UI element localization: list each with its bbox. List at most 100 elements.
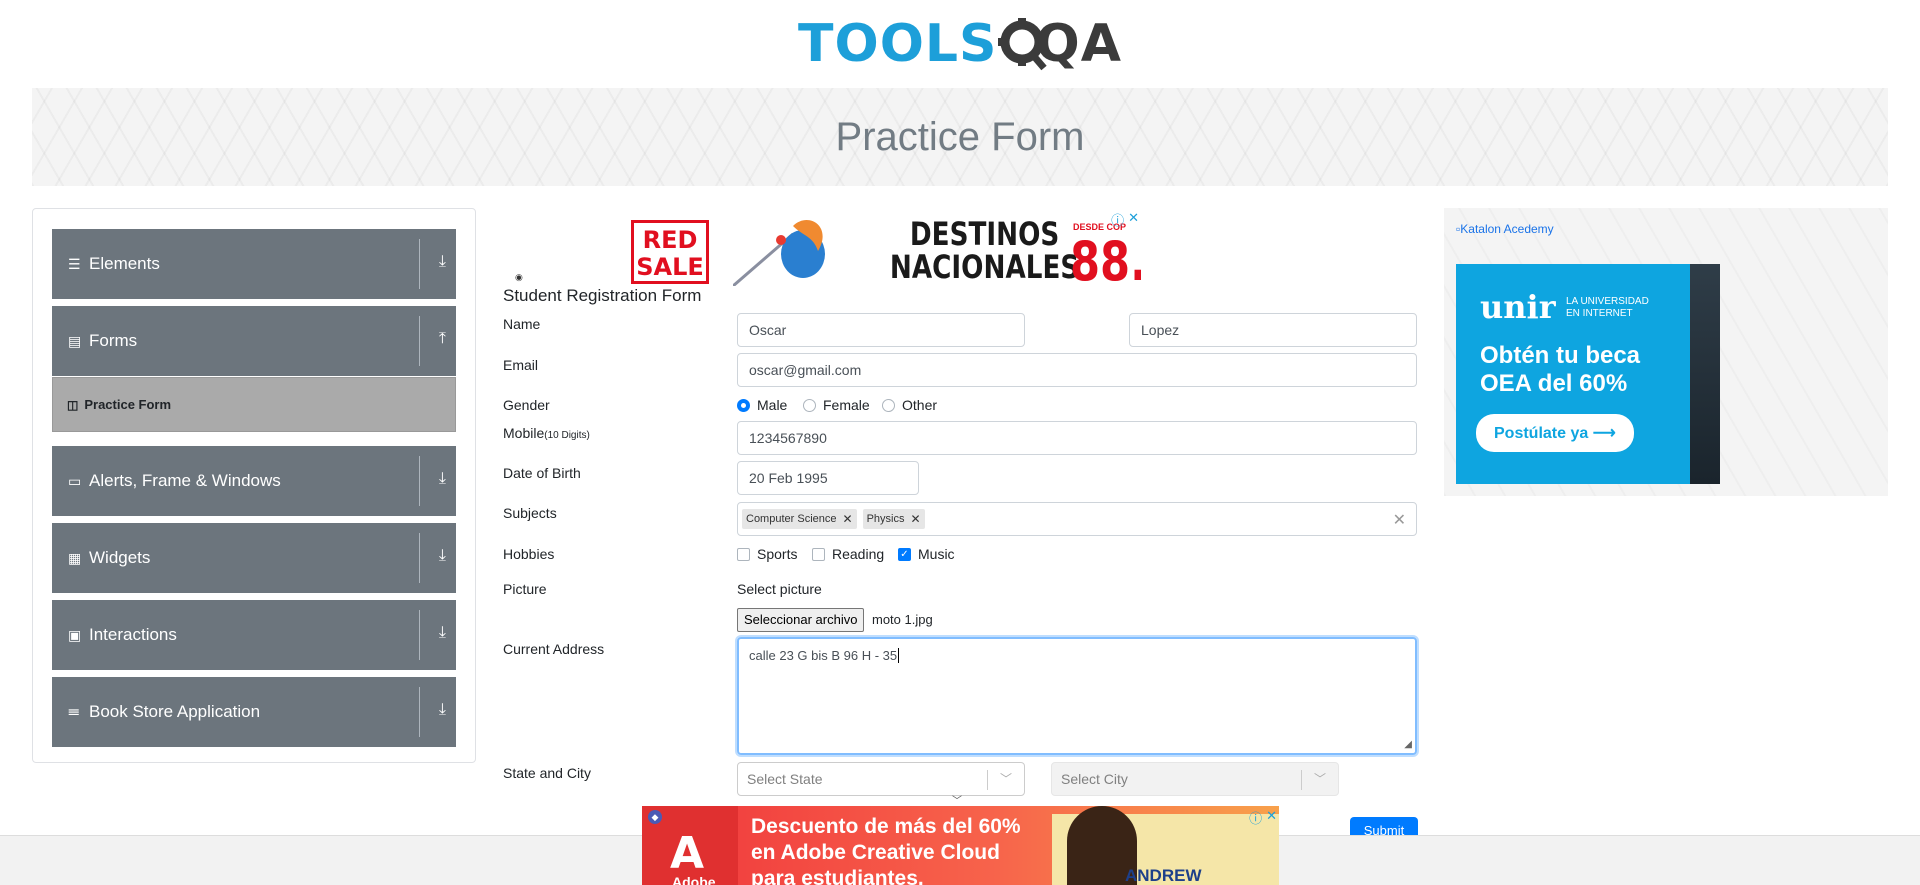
- logo-qa-text: QA: [1035, 14, 1122, 74]
- unir-cta-button[interactable]: Postúlate ya ⟶: [1476, 414, 1634, 452]
- mobile-label: Mobile(10 Digits): [503, 425, 590, 441]
- toolsqa-logo[interactable]: TOOLS QA: [798, 14, 1122, 74]
- ad-headline: DESTINOS NACIONALES: [889, 215, 1080, 286]
- file-upload-button[interactable]: Seleccionar archivo: [737, 608, 865, 632]
- sidebar-item-practice-form[interactable]: ◫ Practice Form: [52, 377, 456, 432]
- sidebar-group-label: Alerts, Frame & Windows: [89, 471, 281, 490]
- download-arrow-icon: ⤓: [438, 253, 446, 270]
- subject-tag: Computer Science ✕: [742, 509, 857, 529]
- ad-person-name: ANDREW: [1125, 866, 1202, 885]
- subject-tag: Physics ✕: [862, 509, 925, 529]
- ad-banner-top[interactable]: RED SALE DESTINOS NACIONALES DESDE COP 8…: [503, 208, 1141, 286]
- sidebar-group-elements[interactable]: ☰ Elements ⤓: [52, 229, 456, 299]
- unir-brand: unir: [1480, 288, 1556, 326]
- submit-button[interactable]: Submit: [1350, 817, 1418, 837]
- ad-controls: ⓘ ✕: [1249, 808, 1277, 827]
- picture-label: Picture: [503, 581, 547, 597]
- current-address-textarea[interactable]: calle 23 G bis B 96 H - 35 ◢: [737, 637, 1417, 755]
- ad-bottom-text: Descuento de más del 60% en Adobe Creati…: [751, 815, 1021, 885]
- info-icon[interactable]: ⓘ: [1249, 808, 1262, 827]
- close-icon[interactable]: ✕: [1128, 210, 1139, 229]
- upload-arrow-icon: ⤒: [438, 330, 446, 347]
- hobbies-label: Hobbies: [503, 546, 555, 562]
- hobby-option-label: Music: [918, 546, 955, 562]
- ad-sidebar-right: ▫Katalon Acedemy unir LA UNIVERSIDAD EN …: [1444, 208, 1888, 496]
- logo-tools-text: TOOLS: [798, 14, 998, 74]
- email-input[interactable]: oscar@gmail.com: [737, 353, 1417, 387]
- unir-ad[interactable]: unir LA UNIVERSIDAD EN INTERNET Obtén tu…: [1456, 264, 1720, 484]
- gender-radio-other[interactable]: Other: [882, 397, 937, 413]
- first-name-input[interactable]: Oscar: [737, 313, 1025, 347]
- hobby-checkbox-sports[interactable]: Sports: [737, 546, 797, 562]
- download-arrow-icon: ⤓: [438, 470, 446, 487]
- page-title: Practice Form: [835, 114, 1085, 159]
- mobile-label-text: Mobile: [503, 425, 545, 441]
- remove-tag-icon[interactable]: ✕: [843, 512, 853, 526]
- subjects-input[interactable]: Computer Science ✕ Physics ✕ ✕: [737, 502, 1417, 536]
- state-placeholder: Select State: [747, 771, 823, 787]
- ad-red-sale-badge: RED SALE: [631, 220, 709, 284]
- divider: [1301, 770, 1302, 790]
- katalon-ad-link[interactable]: ▫Katalon Acedemy: [1456, 222, 1554, 236]
- chevron-down-icon: ﹀: [999, 772, 1012, 786]
- adobe-logo-icon: A: [670, 828, 705, 879]
- divider: [419, 316, 420, 366]
- sidebar-group-label: Interactions: [89, 625, 177, 644]
- sidebar-group-alerts[interactable]: ▭ Alerts, Frame & Windows ⤓: [52, 446, 456, 516]
- divider: [419, 687, 420, 737]
- form-title: Student Registration Form: [503, 286, 702, 305]
- sidebar-group-widgets[interactable]: ▦ Widgets ⤓: [52, 523, 456, 593]
- subjects-label: Subjects: [503, 505, 557, 521]
- ad-banner-bottom[interactable]: A Adobe ◆ Descuento de más del 60% en Ad…: [642, 806, 1279, 885]
- city-select[interactable]: Select City ﹀: [1051, 762, 1339, 796]
- text-cursor: [898, 648, 900, 663]
- unir-photo: [1690, 264, 1720, 484]
- hobby-option-label: Sports: [757, 546, 798, 562]
- hamburger-icon: ☰: [68, 255, 81, 272]
- hobby-checkbox-music[interactable]: ✓ Music: [898, 546, 955, 562]
- sidebar-group-book-store[interactable]: 𝍢 Book Store Application ⤓: [52, 677, 456, 747]
- divider: [419, 239, 420, 289]
- checkbox-checked-icon: ✓: [898, 547, 911, 561]
- state-city-label: State and City: [503, 765, 591, 781]
- hobby-checkbox-reading[interactable]: Reading: [812, 546, 884, 562]
- dob-label: Date of Birth: [503, 465, 581, 481]
- interaction-icon: ▣: [68, 626, 82, 643]
- sidebar-group-interactions[interactable]: ▣ Interactions ⤓: [52, 600, 456, 670]
- divider: [987, 770, 988, 790]
- paint-splash-icon: [733, 220, 825, 286]
- collapse-chevron-icon[interactable]: ﹀: [952, 792, 962, 807]
- gender-option-label: Other: [902, 397, 938, 413]
- sidebar-group-label: Book Store Application: [89, 702, 261, 721]
- last-name-input[interactable]: Lopez: [1129, 313, 1417, 347]
- mobile-input[interactable]: 1234567890: [737, 421, 1417, 455]
- mobile-hint: (10 Digits): [544, 430, 590, 441]
- remove-tag-icon[interactable]: ✕: [910, 512, 920, 526]
- books-icon: 𝍢: [68, 702, 80, 718]
- info-icon[interactable]: ⓘ: [1111, 210, 1124, 229]
- hobby-option-label: Reading: [832, 546, 885, 562]
- dob-input[interactable]: 20 Feb 1995: [737, 461, 919, 495]
- address-value: calle 23 G bis B 96 H - 35: [749, 648, 898, 663]
- close-icon[interactable]: ✕: [1266, 808, 1277, 827]
- divider: [419, 456, 420, 506]
- state-select[interactable]: Select State ﹀: [737, 762, 1025, 796]
- sidebar-group-forms[interactable]: ▤ Forms ⤒: [52, 306, 456, 376]
- gender-option-label: Male: [757, 397, 788, 413]
- ad-controls: ⓘ ✕: [1111, 210, 1139, 229]
- name-label: Name: [503, 316, 541, 332]
- resize-handle-icon[interactable]: ◢: [1404, 739, 1412, 750]
- sidebar: ☰ Elements ⤓ ▤ Forms ⤒ ◫ Practice Form ▭…: [32, 208, 476, 763]
- select-picture-label: Select picture: [737, 581, 822, 597]
- adchoices-icon[interactable]: ◆: [648, 810, 662, 824]
- divider: [419, 610, 420, 660]
- chevron-down-icon: ﹀: [1313, 772, 1326, 786]
- subject-tag-label: Computer Science: [746, 513, 837, 525]
- gender-radio-male[interactable]: Male: [737, 397, 787, 413]
- city-placeholder: Select City: [1061, 771, 1128, 787]
- ad-brand-logo: ◉: [515, 272, 523, 282]
- clear-icon[interactable]: ✕: [1393, 510, 1406, 530]
- window-icon: ▭: [68, 472, 82, 489]
- gender-radio-female[interactable]: Female: [803, 397, 870, 413]
- document-icon: ▤: [68, 332, 82, 349]
